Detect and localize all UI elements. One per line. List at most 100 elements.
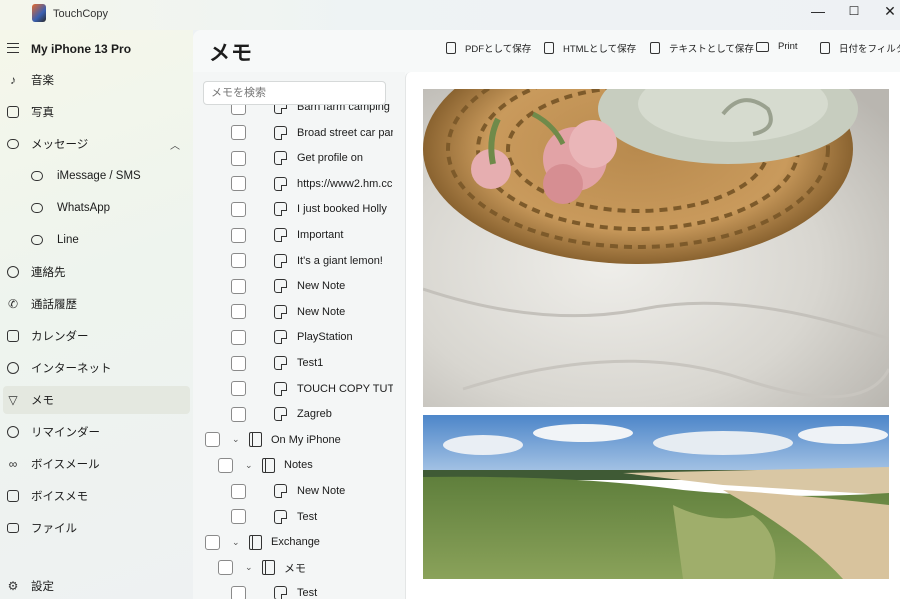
- sidebar-item-notes[interactable]: ▽ メモ: [3, 386, 190, 414]
- note-row[interactable]: PlayStation: [193, 325, 405, 349]
- row-checkbox[interactable]: [231, 176, 246, 192]
- sidebar-item-label: ファイル: [31, 523, 77, 535]
- row-checkbox[interactable]: [231, 355, 246, 371]
- sidebar-item-label: 通話履歴: [31, 299, 77, 311]
- row-checkbox[interactable]: [231, 150, 246, 166]
- row-checkbox[interactable]: [231, 201, 246, 217]
- pdf-file-icon: [446, 42, 456, 54]
- note-row[interactable]: Get profile on: [193, 146, 405, 170]
- folder-row[interactable]: ⌄ Notes: [193, 453, 405, 477]
- voice-memo-icon: [6, 489, 20, 503]
- row-checkbox[interactable]: [231, 381, 246, 397]
- chevron-down-icon[interactable]: ⌄: [232, 434, 240, 445]
- row-checkbox[interactable]: [218, 560, 233, 576]
- main-content: メモ PDFとして保存 HTMLとして保存 テキストとして保存 Print 日付…: [193, 30, 900, 599]
- html-file-icon: [544, 42, 554, 54]
- sidebar-item-internet[interactable]: インターネット: [0, 354, 193, 382]
- row-label: On My iPhone: [271, 433, 341, 446]
- close-button[interactable]: ✕: [872, 0, 900, 22]
- note-row[interactable]: Zagreb: [193, 402, 405, 426]
- row-checkbox[interactable]: [231, 585, 246, 599]
- note-row[interactable]: New Note: [193, 479, 405, 503]
- note-viewer: [405, 72, 900, 599]
- note-row[interactable]: It's a giant lemon!: [193, 249, 405, 273]
- row-checkbox[interactable]: [231, 329, 246, 345]
- row-label: New Note: [297, 305, 346, 318]
- sidebar-item-label: カレンダー: [31, 331, 89, 343]
- print-button[interactable]: Print: [756, 41, 798, 52]
- sidebar-item-reminders[interactable]: リマインダー: [0, 418, 193, 446]
- chat-bubble-icon: [30, 233, 44, 247]
- save-text-button[interactable]: テキストとして保存: [650, 41, 754, 55]
- sidebar-item-call-history[interactable]: ✆ 通話履歴: [0, 290, 193, 318]
- sidebar-item-music[interactable]: ♪ 音楽: [0, 66, 193, 94]
- minimize-button[interactable]: —: [800, 0, 836, 22]
- note-row[interactable]: Test1: [193, 351, 405, 375]
- note-row[interactable]: Test: [193, 505, 405, 529]
- row-checkbox[interactable]: [231, 253, 246, 269]
- account-row[interactable]: ⌄ On My iPhone: [193, 428, 405, 452]
- note-row[interactable]: I just booked Holly: [193, 197, 405, 221]
- note-icon: [274, 407, 287, 422]
- row-checkbox[interactable]: [231, 278, 246, 294]
- note-row[interactable]: TOUCH COPY TUTC: [193, 377, 405, 401]
- row-checkbox[interactable]: [205, 432, 220, 448]
- folder-row[interactable]: ⌄ メモ: [193, 556, 405, 580]
- row-checkbox[interactable]: [231, 406, 246, 422]
- note-row[interactable]: New Note: [193, 274, 405, 298]
- sidebar-item-settings[interactable]: ⚙ 設定: [0, 572, 193, 599]
- row-label: PlayStation: [297, 331, 353, 344]
- row-label: Broad street car par: [297, 126, 393, 139]
- chevron-down-icon[interactable]: ⌄: [245, 460, 253, 471]
- chevron-down-icon[interactable]: ⌄: [245, 562, 253, 573]
- toolbar: メモ PDFとして保存 HTMLとして保存 テキストとして保存 Print 日付…: [193, 30, 900, 66]
- hamburger-menu-icon[interactable]: [7, 43, 19, 53]
- row-checkbox[interactable]: [231, 125, 246, 141]
- sidebar-item-voice-memos[interactable]: ボイスメモ: [0, 482, 193, 510]
- row-checkbox[interactable]: [231, 304, 246, 320]
- chevron-up-icon[interactable]: ︿: [170, 137, 180, 152]
- sidebar-item-contacts[interactable]: 連絡先: [0, 258, 193, 286]
- note-row[interactable]: https://www2.hm.cc: [193, 172, 405, 196]
- bulb-icon: [6, 425, 20, 439]
- row-checkbox[interactable]: [231, 509, 246, 525]
- note-row[interactable]: Important: [193, 223, 405, 247]
- row-label: Zagreb: [297, 408, 332, 421]
- note-image-beach-dunes: [423, 415, 889, 579]
- row-label: Exchange: [271, 536, 320, 549]
- save-html-button[interactable]: HTMLとして保存: [544, 41, 636, 55]
- note-icon: [274, 586, 287, 599]
- row-checkbox[interactable]: [218, 457, 233, 473]
- device-name: My iPhone 13 Pro: [31, 42, 132, 56]
- sidebar: My iPhone 13 Pro ♪ 音楽 写真 メッセージ ︿ iMessag…: [0, 30, 193, 599]
- sidebar-item-label: リマインダー: [31, 427, 100, 439]
- sidebar-item-photos[interactable]: 写真: [0, 98, 193, 126]
- sidebar-item-whatsapp[interactable]: WhatsApp: [0, 194, 193, 222]
- note-row[interactable]: Broad street car par: [193, 121, 405, 145]
- row-checkbox[interactable]: [205, 534, 220, 550]
- sidebar-item-voicemail[interactable]: ∞ ボイスメール: [0, 450, 193, 478]
- row-checkbox[interactable]: [231, 483, 246, 499]
- row-checkbox[interactable]: [231, 227, 246, 243]
- sidebar-item-imessage[interactable]: iMessage / SMS: [0, 162, 193, 190]
- note-row[interactable]: New Note: [193, 300, 405, 324]
- note-row[interactable]: Test: [193, 581, 405, 599]
- row-label: It's a giant lemon!: [297, 254, 383, 267]
- filter-date-button[interactable]: 日付をフィルター: [820, 41, 900, 55]
- sidebar-item-line[interactable]: Line: [0, 226, 193, 254]
- chevron-down-icon[interactable]: ⌄: [232, 537, 240, 548]
- folder-icon: [6, 521, 20, 535]
- sidebar-item-label: 写真: [31, 107, 54, 119]
- save-pdf-button[interactable]: PDFとして保存: [446, 41, 531, 55]
- account-row[interactable]: ⌄ Exchange: [193, 530, 405, 554]
- printer-icon: [756, 41, 769, 52]
- sidebar-item-messages[interactable]: メッセージ ︿: [0, 130, 193, 158]
- maximize-button[interactable]: ☐: [836, 0, 872, 22]
- sidebar-item-files[interactable]: ファイル: [0, 514, 193, 542]
- sidebar-item-label: 設定: [31, 581, 54, 593]
- sidebar-item-calendar[interactable]: カレンダー: [0, 322, 193, 350]
- note-icon: [274, 228, 287, 242]
- row-label: Important: [297, 229, 344, 241]
- row-label: TOUCH COPY TUTC: [297, 382, 393, 395]
- search-input[interactable]: [203, 81, 386, 105]
